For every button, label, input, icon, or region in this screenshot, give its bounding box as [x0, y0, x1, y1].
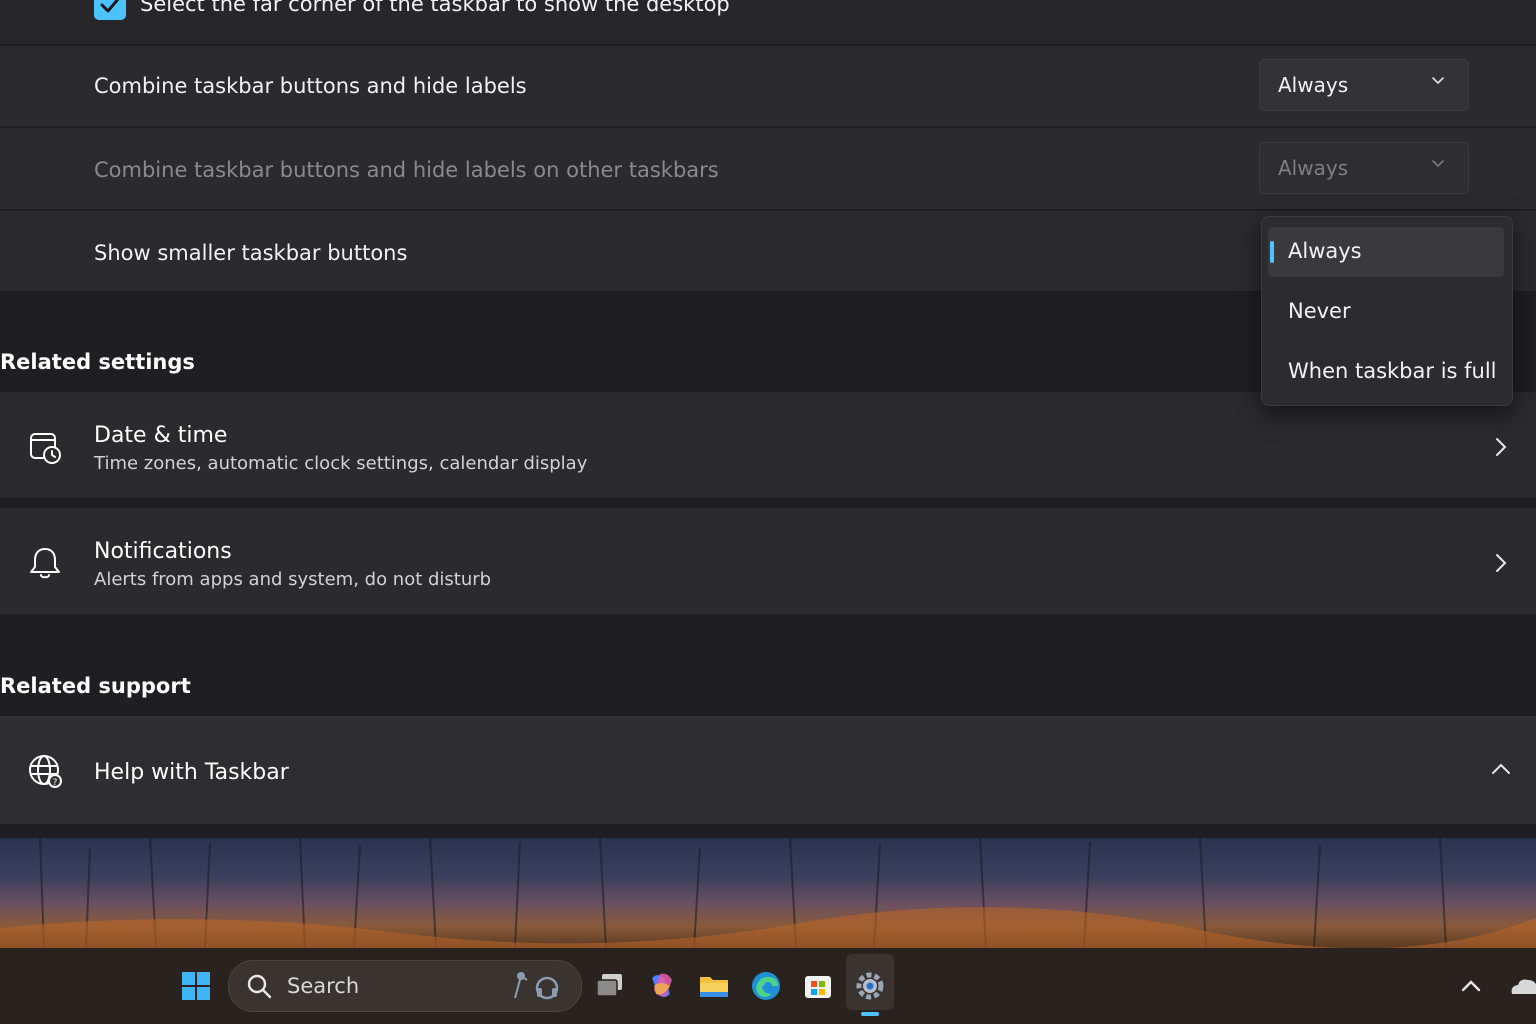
search-highlight-icon	[514, 972, 559, 1000]
bell-icon	[30, 548, 60, 579]
selection-indicator	[1270, 241, 1274, 263]
combine-other-label: Combine taskbar buttons and hide labels …	[94, 158, 719, 182]
globe-icon: ?	[29, 755, 62, 788]
file-explorer-icon[interactable]	[696, 968, 732, 1004]
show-desktop-label: Select the far corner of the taskbar to …	[140, 0, 730, 16]
task-view-icon[interactable]	[592, 968, 628, 1004]
svg-text:?: ?	[53, 778, 58, 788]
copilot-icon[interactable]	[644, 968, 680, 1004]
store-icon[interactable]	[800, 968, 836, 1004]
combine-other-value: Always	[1278, 156, 1349, 180]
chevron-down-icon	[1432, 160, 1444, 168]
notifications-title: Notifications	[94, 539, 232, 564]
chevron-right-icon	[1496, 438, 1507, 456]
search-placeholder: Search	[287, 974, 360, 998]
date-time-title: Date & time	[94, 423, 228, 448]
date-time-subtitle: Time zones, automatic clock settings, ca…	[94, 453, 588, 474]
combine-buttons-dropdown[interactable]: Always	[1259, 59, 1469, 111]
windows-start-icon[interactable]	[178, 968, 214, 1004]
settings-icon[interactable]	[852, 968, 888, 1004]
show-desktop-checkbox[interactable]	[94, 0, 126, 20]
menu-option-label: Never	[1288, 299, 1351, 323]
onedrive-cloud-icon[interactable]	[1506, 968, 1536, 1004]
search-icon	[247, 974, 272, 999]
combine-buttons-label: Combine taskbar buttons and hide labels	[94, 74, 527, 98]
active-app-indicator	[861, 1012, 879, 1016]
taskbar: Search	[0, 948, 1536, 1024]
menu-option-label: When taskbar is full	[1288, 359, 1497, 383]
chevron-right-icon	[1496, 554, 1507, 572]
menu-option-when-full[interactable]: When taskbar is full	[1268, 347, 1504, 397]
smaller-buttons-dropdown-menu: Always Never When taskbar is full	[1261, 216, 1513, 406]
taskbar-search[interactable]: Search	[228, 960, 582, 1012]
menu-option-always[interactable]: Always	[1268, 227, 1504, 277]
notifications-item[interactable]: Notifications Alerts from apps and syste…	[0, 508, 1536, 616]
chevron-up-icon[interactable]	[1490, 758, 1512, 780]
help-taskbar-title: Help with Taskbar	[94, 760, 289, 785]
combine-buttons-row: Combine taskbar buttons and hide labels …	[0, 46, 1536, 128]
help-taskbar-item[interactable]: ? Help with Taskbar	[0, 716, 1536, 826]
show-desktop-row: Select the far corner of the taskbar to …	[0, 0, 1536, 44]
notifications-subtitle: Alerts from apps and system, do not dist…	[94, 569, 492, 590]
menu-option-never[interactable]: Never	[1268, 287, 1504, 337]
combine-other-row: Combine taskbar buttons and hide labels …	[0, 128, 1536, 211]
calendar-clock-icon	[30, 433, 61, 464]
date-time-item[interactable]: Date & time Time zones, automatic clock …	[0, 392, 1536, 500]
related-settings-heading: Related settings	[0, 350, 195, 374]
desktop-wallpaper	[0, 838, 1536, 948]
chevron-up-icon[interactable]	[1453, 968, 1489, 1004]
menu-option-label: Always	[1288, 239, 1362, 263]
related-support-heading: Related support	[0, 674, 191, 698]
combine-other-dropdown[interactable]: Always	[1259, 142, 1469, 194]
edge-icon[interactable]	[748, 968, 784, 1004]
wallpaper-reeds	[0, 838, 1536, 948]
checkmark-icon	[100, 0, 120, 13]
smaller-buttons-label: Show smaller taskbar buttons	[94, 241, 408, 265]
combine-buttons-value: Always	[1278, 73, 1349, 97]
chevron-down-icon	[1432, 77, 1444, 85]
